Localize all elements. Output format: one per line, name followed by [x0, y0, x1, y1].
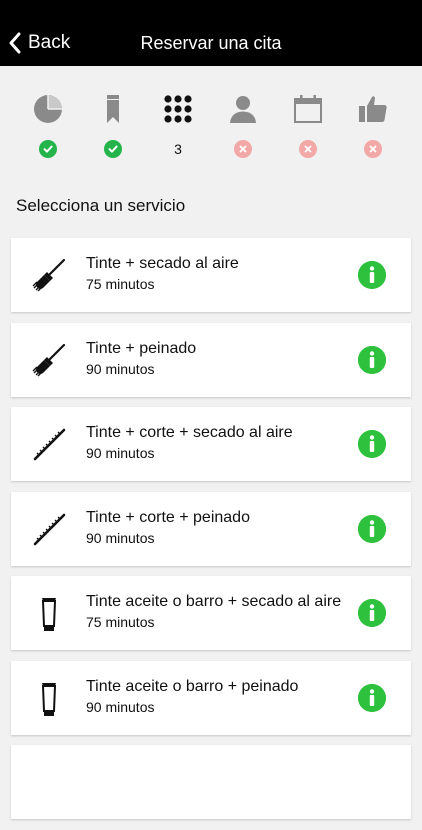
step-pending-x-icon: [299, 140, 317, 158]
step-pending-x-icon: [364, 140, 382, 158]
service-item[interactable]: Tinte + corte + peinado 90 minutos: [11, 491, 411, 566]
thumbs-up-icon: [356, 92, 390, 126]
navbar: Back Reservar una cita: [0, 0, 422, 66]
step-done-check-icon: [39, 140, 57, 158]
page-title: Reservar una cita: [140, 33, 282, 53]
info-icon: [358, 430, 386, 458]
service-name: Tinte + peinado: [86, 339, 197, 357]
section-title: Selecciona un servicio: [16, 196, 186, 215]
step-number: 3: [174, 141, 182, 157]
calendar-icon: [291, 92, 325, 126]
service-item[interactable]: Tinte aceite o barro + secado al aire 75…: [11, 576, 411, 650]
step-date[interactable]: [283, 92, 333, 162]
info-button[interactable]: [358, 683, 386, 712]
info-button[interactable]: [358, 430, 386, 458]
service-name: Tinte aceite o barro + secado al aire: [86, 593, 342, 610]
service-item-partial[interactable]: [11, 745, 411, 819]
step-done-check-icon: [104, 140, 122, 158]
tube-icon: [29, 679, 69, 719]
step-category[interactable]: [88, 92, 138, 162]
service-duration: 90 minutos: [86, 529, 155, 546]
service-name: Tinte + secado al aire: [86, 255, 239, 272]
service-duration: 90 minutos: [86, 360, 155, 377]
tube-icon: [29, 594, 69, 634]
service-item[interactable]: Tinte + secado al aire 75 minutos: [11, 238, 411, 312]
step-service[interactable]: 3: [153, 92, 203, 162]
service-name: Tinte + corte + secado al aire: [86, 424, 293, 441]
service-item[interactable]: Tinte + corte + secado al aire 90 minuto…: [11, 407, 411, 481]
info-icon: [358, 514, 386, 543]
service-item[interactable]: Tinte + peinado 90 minutos: [11, 322, 411, 397]
step-pending-x-icon: [234, 140, 252, 158]
comb-icon: [29, 510, 69, 550]
step-confirm[interactable]: [348, 92, 398, 162]
brush-icon: [29, 341, 69, 381]
service-name: Tinte aceite o barro + peinado: [86, 677, 299, 695]
info-icon: [358, 345, 386, 374]
person-icon: [226, 92, 260, 126]
info-icon: [358, 683, 386, 712]
info-icon: [358, 599, 386, 627]
service-duration: 90 minutos: [86, 698, 155, 715]
booking-steps: 3: [0, 92, 422, 162]
step-professional[interactable]: [218, 92, 268, 162]
info-button[interactable]: [358, 514, 386, 543]
info-button[interactable]: [358, 345, 386, 374]
service-duration: 75 minutos: [86, 614, 155, 630]
info-button[interactable]: [358, 261, 386, 289]
service-list: Tinte + secado al aire 75 minutos Tinte …: [11, 238, 411, 830]
service-name: Tinte + corte + peinado: [86, 508, 250, 526]
service-item[interactable]: Tinte aceite o barro + peinado 90 minuto…: [11, 660, 411, 735]
comb-icon: [29, 425, 69, 465]
info-icon: [358, 261, 386, 289]
service-duration: 75 minutos: [86, 276, 155, 292]
info-button[interactable]: [358, 599, 386, 627]
pie-chart-icon: [31, 92, 65, 126]
grid-dots-icon: [161, 92, 195, 126]
step-service-type[interactable]: [23, 92, 73, 162]
brush-icon: [29, 256, 69, 296]
service-duration: 90 minutos: [86, 445, 155, 461]
bookmark-icon: [96, 92, 130, 126]
